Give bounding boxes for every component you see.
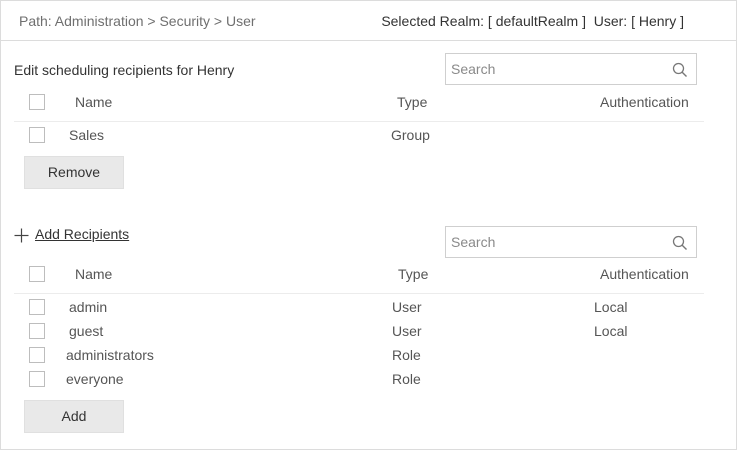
row-type: Group [391, 127, 430, 143]
select-all-checkbox[interactable] [29, 266, 45, 282]
recipients-search-box[interactable] [445, 53, 697, 85]
row-checkbox[interactable] [29, 371, 45, 387]
section-title: Edit scheduling recipients for Henry [14, 62, 235, 78]
add-button[interactable]: Add [24, 400, 124, 433]
column-authentication[interactable]: Authentication [600, 266, 689, 282]
add-search-box[interactable] [445, 226, 697, 258]
add-recipients-link[interactable]: Add Recipients [14, 226, 129, 243]
table-row: guest User Local [14, 319, 704, 343]
page: Path: Administration > Security > User S… [0, 0, 737, 450]
search-icon[interactable] [672, 62, 688, 78]
row-name: everyone [66, 371, 124, 387]
realm-user-info: Selected Realm: [ defaultRealm ] User: [… [381, 13, 684, 29]
column-type[interactable]: Type [398, 266, 428, 282]
table-header: Name Type Authentication [14, 90, 704, 122]
row-checkbox[interactable] [29, 347, 45, 363]
row-authentication: Local [594, 299, 628, 315]
recipients-search-input[interactable] [451, 58, 666, 80]
breadcrumb: Path: Administration > Security > User [19, 13, 256, 29]
table-row: everyone Role [14, 367, 704, 391]
header-bar: Path: Administration > Security > User S… [1, 1, 736, 41]
realm-user-text: Selected Realm: [ defaultRealm ] User: [… [381, 13, 684, 29]
table-row: admin User Local [14, 295, 704, 319]
column-authentication[interactable]: Authentication [600, 94, 689, 110]
row-name: administrators [66, 347, 154, 363]
plus-icon [14, 228, 29, 243]
column-name[interactable]: Name [75, 94, 112, 110]
row-checkbox[interactable] [29, 127, 45, 143]
row-type: User [392, 323, 422, 339]
row-type: Role [392, 347, 421, 363]
select-all-checkbox[interactable] [29, 94, 45, 110]
row-name: Sales [69, 127, 105, 143]
row-type: Role [392, 371, 421, 387]
table-row: administrators Role [14, 343, 704, 367]
add-recipients-label[interactable]: Add Recipients [35, 226, 129, 242]
add-search-input[interactable] [451, 231, 666, 253]
row-checkbox[interactable] [29, 323, 45, 339]
remove-button[interactable]: Remove [24, 156, 124, 189]
table-header: Name Type Authentication [14, 262, 704, 294]
row-name: guest [69, 323, 104, 339]
add-table: Name Type Authentication admin User Loca… [14, 262, 704, 391]
column-name[interactable]: Name [75, 266, 112, 282]
row-checkbox[interactable] [29, 299, 45, 315]
row-type: User [392, 299, 422, 315]
table-row: Sales Group [14, 123, 704, 147]
recipients-table: Name Type Authentication Sales Group [14, 90, 704, 147]
search-icon[interactable] [672, 235, 688, 251]
row-authentication: Local [594, 323, 628, 339]
column-type[interactable]: Type [397, 94, 427, 110]
row-name: admin [69, 299, 108, 315]
